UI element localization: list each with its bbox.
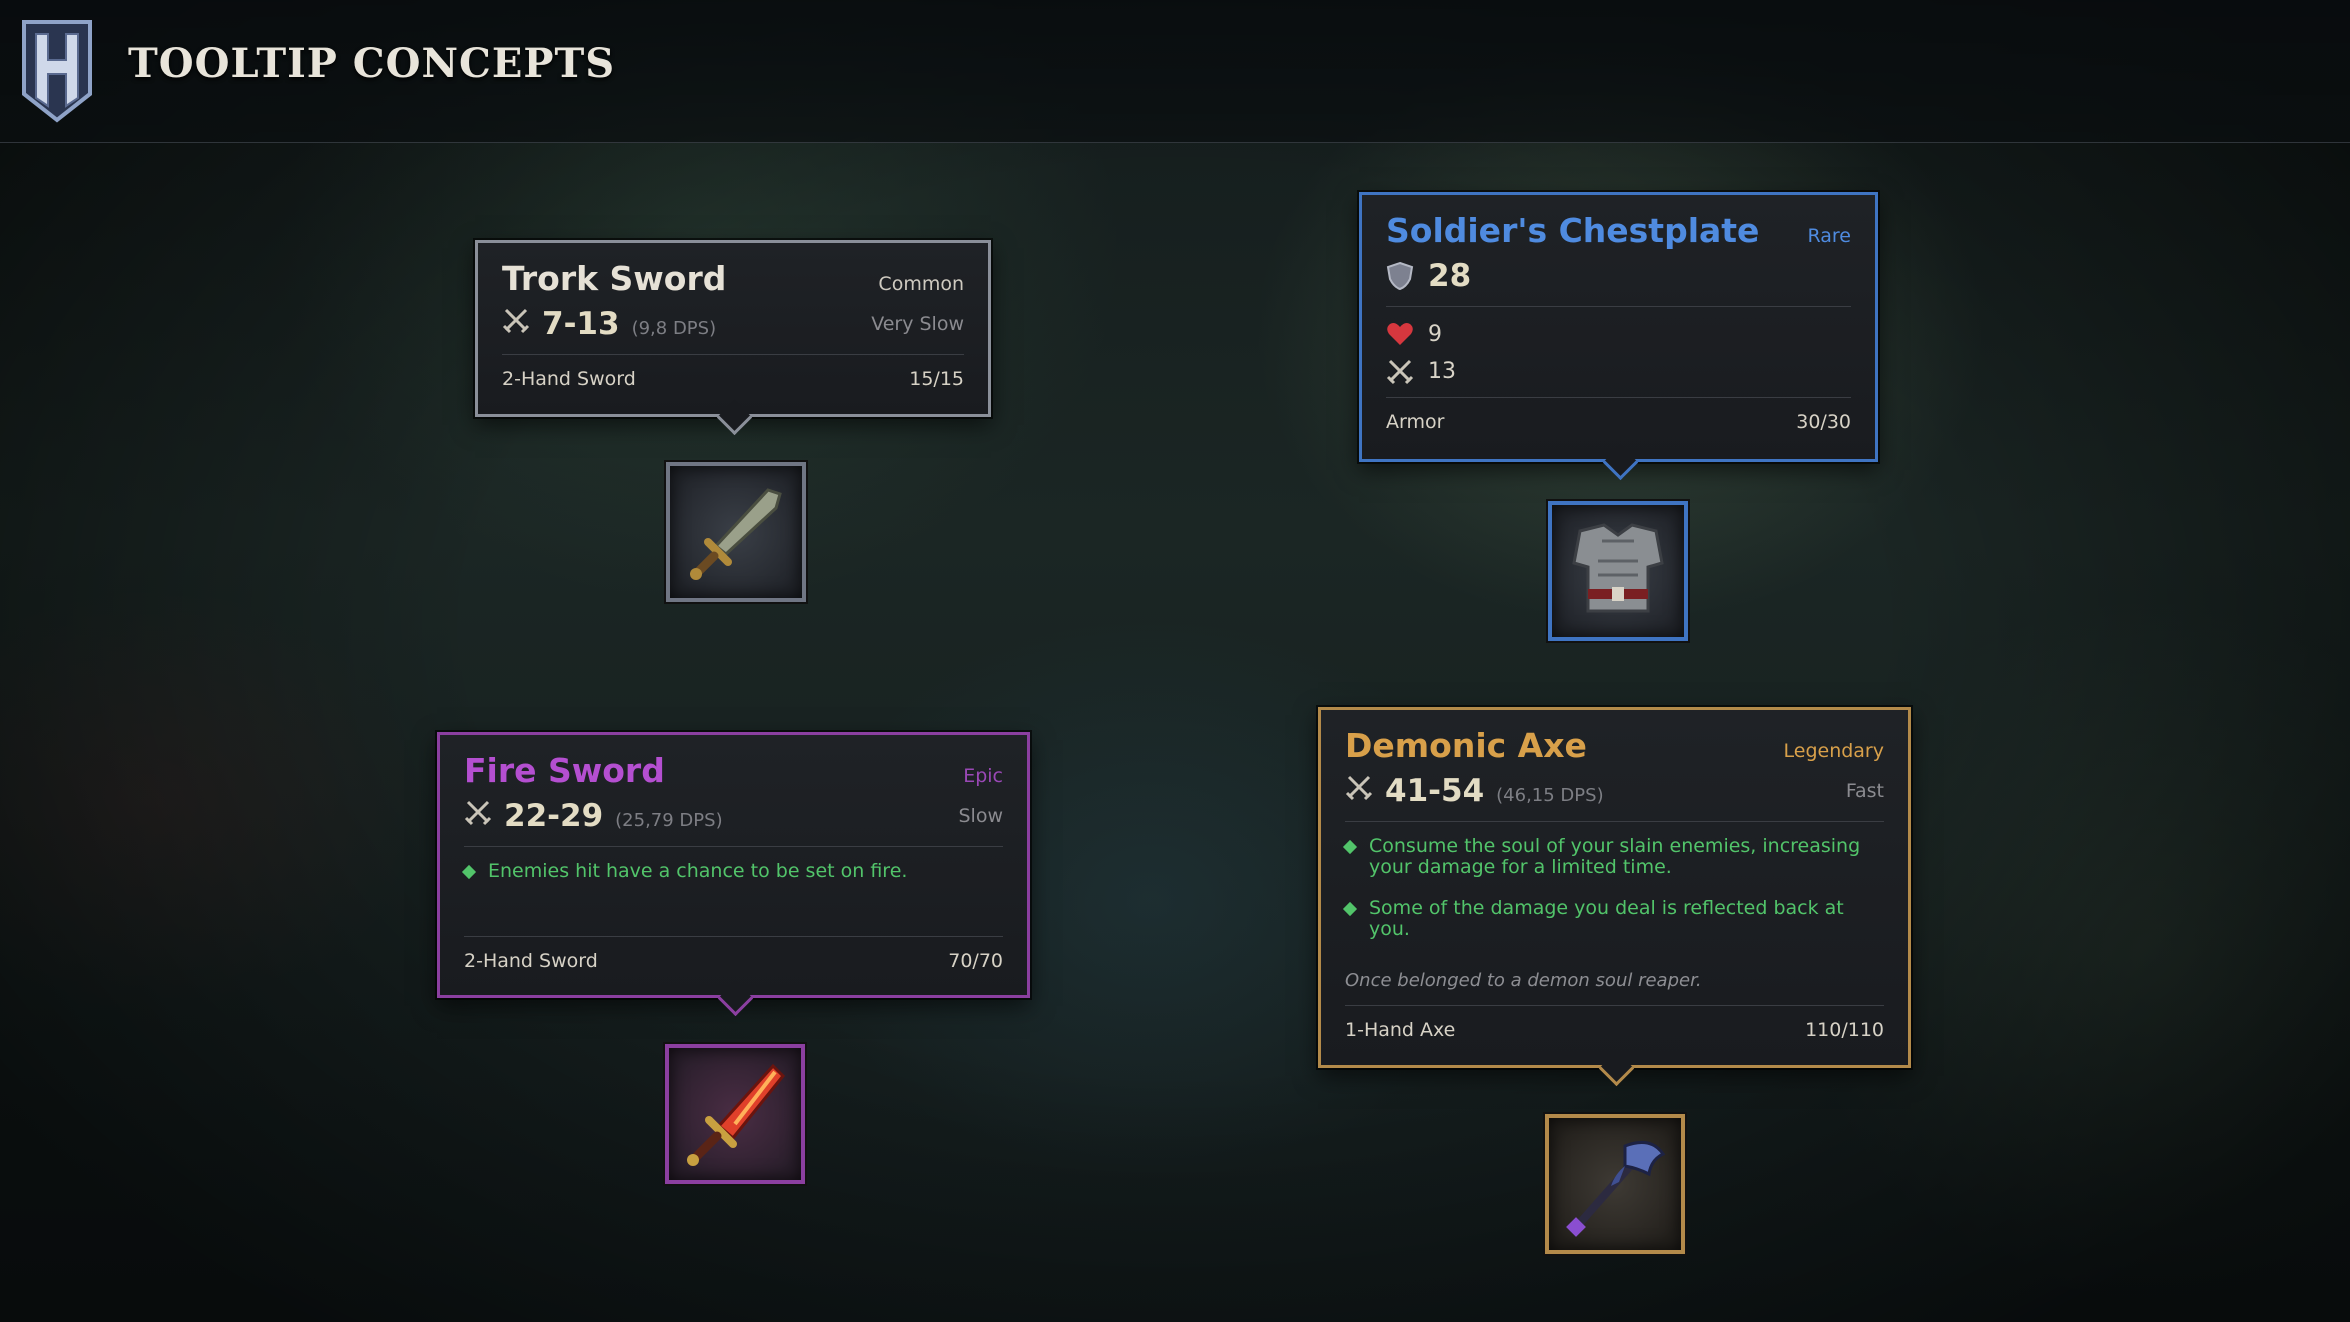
attack-speed: Fast bbox=[1845, 780, 1884, 802]
fire-sword-icon bbox=[687, 1063, 786, 1166]
item-type: 1-Hand Axe bbox=[1345, 1019, 1456, 1041]
dps-value: (9,8 DPS) bbox=[631, 318, 717, 339]
tooltip-soldiers-chestplate: Soldier's Chestplate Rare 28 9 13 Armor … bbox=[1359, 192, 1878, 462]
effect-text: Consume the soul of your slain enemies, … bbox=[1369, 835, 1861, 878]
game-logo-icon bbox=[22, 20, 92, 123]
item-name: Demonic Axe bbox=[1345, 726, 1587, 765]
item-type: 2-Hand Sword bbox=[464, 950, 598, 972]
durability: 70/70 bbox=[948, 950, 1003, 972]
tooltip-trork-sword: Trork Sword Common 7-13 (9,8 DPS) Very S… bbox=[475, 240, 991, 417]
divider bbox=[464, 846, 1003, 847]
chestplate-icon bbox=[1572, 523, 1664, 613]
page-title: TOOLTIP CONCEPTS bbox=[128, 40, 616, 87]
bullet-diamond-icon bbox=[461, 864, 477, 880]
item-slot-fire-sword[interactable] bbox=[665, 1044, 805, 1184]
background-vignette bbox=[0, 0, 2350, 1322]
durability: 30/30 bbox=[1796, 411, 1851, 433]
dps-value: (46,15 DPS) bbox=[1496, 785, 1604, 806]
tooltip-demonic-axe: Demonic Axe Legendary 41-54 (46,15 DPS) … bbox=[1318, 707, 1911, 1068]
damage-value: 22-29 bbox=[504, 798, 604, 834]
item-name: Trork Sword bbox=[502, 259, 727, 298]
shield-icon bbox=[1386, 261, 1414, 291]
item-slot-demonic-axe[interactable] bbox=[1545, 1114, 1685, 1254]
item-type: Armor bbox=[1386, 411, 1445, 433]
item-name: Fire Sword bbox=[464, 751, 665, 790]
bullet-diamond-icon bbox=[1342, 839, 1358, 855]
armor-value: 28 bbox=[1428, 258, 1472, 294]
damage-value: 41-54 bbox=[1385, 773, 1485, 809]
durability: 110/110 bbox=[1805, 1019, 1884, 1041]
rarity-label: Legendary bbox=[1783, 740, 1885, 762]
divider bbox=[1345, 821, 1884, 822]
header-bar: TOOLTIP CONCEPTS bbox=[0, 0, 2350, 143]
rarity-label: Epic bbox=[963, 765, 1003, 787]
item-type: 2-Hand Sword bbox=[502, 368, 636, 390]
health-value: 9 bbox=[1428, 321, 1442, 347]
crossed-swords-icon bbox=[502, 308, 530, 334]
attack-speed: Very Slow bbox=[871, 313, 964, 335]
dps-value: (25,79 DPS) bbox=[615, 810, 723, 831]
effect-text: Some of the damage you deal is reflected… bbox=[1369, 897, 1844, 940]
rarity-label: Rare bbox=[1807, 225, 1851, 247]
crossed-swords-icon bbox=[464, 800, 492, 826]
tooltip-fire-sword: Fire Sword Epic 22-29 (25,79 DPS) Slow E… bbox=[437, 732, 1030, 998]
attack-value: 13 bbox=[1428, 358, 1456, 384]
effect-text: Enemies hit have a chance to be set on f… bbox=[488, 860, 908, 882]
bullet-diamond-icon bbox=[1342, 901, 1358, 917]
item-slot-soldiers-chestplate[interactable] bbox=[1548, 501, 1688, 641]
axe-icon bbox=[1566, 1140, 1666, 1237]
item-slot-trork-sword[interactable] bbox=[666, 462, 806, 602]
sword-icon bbox=[690, 488, 782, 580]
attack-speed: Slow bbox=[958, 805, 1003, 827]
effect-line: Consume the soul of your slain enemies, … bbox=[1342, 835, 1884, 878]
rarity-label: Common bbox=[878, 273, 964, 295]
heart-icon bbox=[1387, 323, 1413, 345]
lore-text: Once belonged to a demon soul reaper. bbox=[1345, 970, 1702, 991]
item-name: Soldier's Chestplate bbox=[1386, 211, 1760, 250]
damage-value: 7-13 bbox=[542, 306, 620, 342]
crossed-swords-icon bbox=[1386, 359, 1414, 385]
effect-line: Some of the damage you deal is reflected… bbox=[1342, 897, 1884, 940]
durability: 15/15 bbox=[909, 368, 964, 390]
crossed-swords-icon bbox=[1345, 775, 1373, 801]
divider bbox=[1386, 306, 1851, 307]
effect-line: Enemies hit have a chance to be set on f… bbox=[461, 860, 1003, 882]
